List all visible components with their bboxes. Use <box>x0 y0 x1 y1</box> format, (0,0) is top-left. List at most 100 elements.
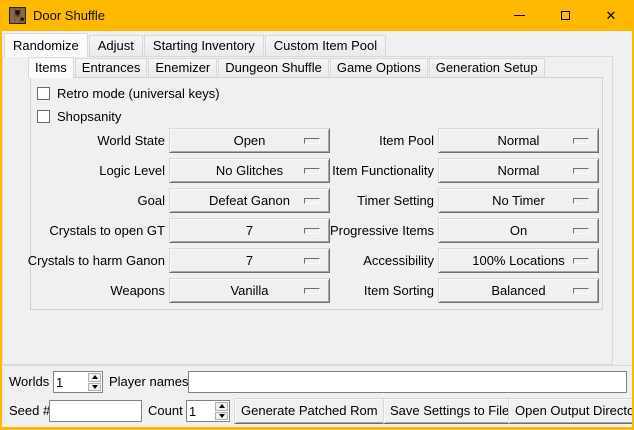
player-names-label: Player names <box>109 371 188 393</box>
tab-generation-setup[interactable]: Generation Setup <box>429 58 545 77</box>
worlds-input[interactable] <box>56 373 82 391</box>
crystals-open-gt-value: 7 <box>246 223 253 238</box>
logic-level-value: No Glitches <box>216 163 283 178</box>
count-spinner-arrows <box>215 402 228 420</box>
logic-level-dropdown[interactable]: No Glitches <box>169 158 330 183</box>
close-button[interactable]: ✕ <box>588 0 634 31</box>
tab-randomize[interactable]: Randomize <box>4 33 88 57</box>
menu-indicator-icon <box>573 228 589 234</box>
count-spinner[interactable] <box>186 400 230 422</box>
tab-starting-inventory[interactable]: Starting Inventory <box>144 35 264 56</box>
item-functionality-value: Normal <box>498 163 540 178</box>
goal-dropdown[interactable]: Defeat Ganon <box>169 188 330 213</box>
seed-input[interactable] <box>49 400 142 422</box>
goal-label: Goal <box>138 188 165 213</box>
tab-adjust[interactable]: Adjust <box>89 35 143 56</box>
crystals-open-gt-dropdown[interactable]: 7 <box>169 218 330 243</box>
retro-mode-checkbox[interactable] <box>37 87 50 100</box>
maximize-button[interactable] <box>542 0 588 31</box>
menu-indicator-icon <box>573 168 589 174</box>
chevron-down-icon <box>219 414 225 418</box>
option-row: Goal Defeat Ganon Timer Setting No Timer <box>31 188 602 213</box>
progressive-items-dropdown[interactable]: On <box>438 218 599 243</box>
tab-entrances[interactable]: Entrances <box>75 58 148 77</box>
spinner-down-button[interactable] <box>88 383 101 392</box>
item-pool-value: Normal <box>498 133 540 148</box>
item-pool-dropdown[interactable]: Normal <box>438 128 599 153</box>
accessibility-label: Accessibility <box>363 248 434 273</box>
item-sorting-value: Balanced <box>491 283 545 298</box>
window: Door Shuffle ✕ Randomize Adjust Starting… <box>0 0 634 430</box>
save-settings-button[interactable]: Save Settings to File <box>383 398 516 424</box>
timer-setting-value: No Timer <box>492 193 545 208</box>
menu-indicator-icon <box>304 168 320 174</box>
menu-indicator-icon <box>304 138 320 144</box>
crystals-harm-ganon-dropdown[interactable]: 7 <box>169 248 330 273</box>
tab-game-options[interactable]: Game Options <box>330 58 428 77</box>
items-frame: Retro mode (universal keys) Shopsanity W… <box>30 77 603 310</box>
timer-setting-dropdown[interactable]: No Timer <box>438 188 599 213</box>
progressive-items-label: Progressive Items <box>330 218 434 243</box>
titlebar[interactable]: Door Shuffle ✕ <box>0 0 634 31</box>
chevron-up-icon <box>92 375 98 379</box>
item-pool-label: Item Pool <box>379 128 434 153</box>
bottom-bar: Worlds Player names Seed # Count Generat… <box>2 365 632 427</box>
chevron-down-icon <box>92 385 98 389</box>
goal-value: Defeat Ganon <box>209 193 290 208</box>
world-state-label: World State <box>97 128 165 153</box>
door-icon <box>9 7 26 24</box>
window-title: Door Shuffle <box>33 0 105 31</box>
item-sorting-dropdown[interactable]: Balanced <box>438 278 599 303</box>
weapons-label: Weapons <box>110 278 165 303</box>
shopsanity-checkbox[interactable] <box>37 110 50 123</box>
worlds-label: Worlds <box>9 371 49 393</box>
world-state-value: Open <box>234 133 266 148</box>
minimize-button[interactable] <box>496 0 542 31</box>
option-row: Crystals to harm Ganon 7 Accessibility 1… <box>31 248 602 273</box>
seed-label: Seed # <box>9 400 50 422</box>
maximize-icon <box>561 11 570 20</box>
retro-mode-label: Retro mode (universal keys) <box>57 86 220 102</box>
generate-rom-button[interactable]: Generate Patched Rom <box>234 398 385 424</box>
outer-tab-bar: Randomize Adjust Starting Inventory Cust… <box>4 33 387 56</box>
chevron-up-icon <box>219 404 225 408</box>
player-names-input[interactable] <box>188 371 627 393</box>
item-functionality-dropdown[interactable]: Normal <box>438 158 599 183</box>
tab-custom-item-pool[interactable]: Custom Item Pool <box>265 35 386 56</box>
spinner-up-button[interactable] <box>215 402 228 411</box>
worlds-spinner[interactable] <box>53 371 103 393</box>
menu-indicator-icon <box>573 138 589 144</box>
inner-tab-bar: Items Entrances Enemizer Dungeon Shuffle… <box>28 57 546 77</box>
menu-indicator-icon <box>573 288 589 294</box>
timer-setting-label: Timer Setting <box>357 188 434 213</box>
menu-indicator-icon <box>304 198 320 204</box>
tab-items[interactable]: Items <box>28 57 74 78</box>
option-row: Logic Level No Glitches Item Functionali… <box>31 158 602 183</box>
accessibility-dropdown[interactable]: 100% Locations <box>438 248 599 273</box>
option-row: World State Open Item Pool Normal <box>31 128 602 153</box>
count-input[interactable] <box>189 402 215 420</box>
crystals-harm-ganon-value: 7 <box>246 253 253 268</box>
open-output-button[interactable]: Open Output Directory <box>508 398 634 424</box>
crystals-open-gt-label: Crystals to open GT <box>49 218 165 243</box>
tab-dungeon-shuffle[interactable]: Dungeon Shuffle <box>218 58 329 77</box>
menu-indicator-icon <box>304 288 320 294</box>
progressive-items-value: On <box>510 223 527 238</box>
worlds-spinner-arrows <box>88 373 101 391</box>
weapons-value: Vanilla <box>230 283 268 298</box>
logic-level-label: Logic Level <box>99 158 165 183</box>
weapons-dropdown[interactable]: Vanilla <box>169 278 330 303</box>
minimize-icon <box>514 15 525 16</box>
spinner-down-button[interactable] <box>215 412 228 421</box>
menu-indicator-icon <box>573 258 589 264</box>
menu-indicator-icon <box>304 258 320 264</box>
tab-enemizer[interactable]: Enemizer <box>148 58 217 77</box>
item-sorting-label: Item Sorting <box>364 278 434 303</box>
close-icon: ✕ <box>606 9 617 22</box>
spinner-up-button[interactable] <box>88 373 101 382</box>
option-row: Weapons Vanilla Item Sorting Balanced <box>31 278 602 303</box>
count-label: Count <box>148 400 183 422</box>
shopsanity-label: Shopsanity <box>57 109 121 125</box>
item-functionality-label: Item Functionality <box>332 158 434 183</box>
world-state-dropdown[interactable]: Open <box>169 128 330 153</box>
